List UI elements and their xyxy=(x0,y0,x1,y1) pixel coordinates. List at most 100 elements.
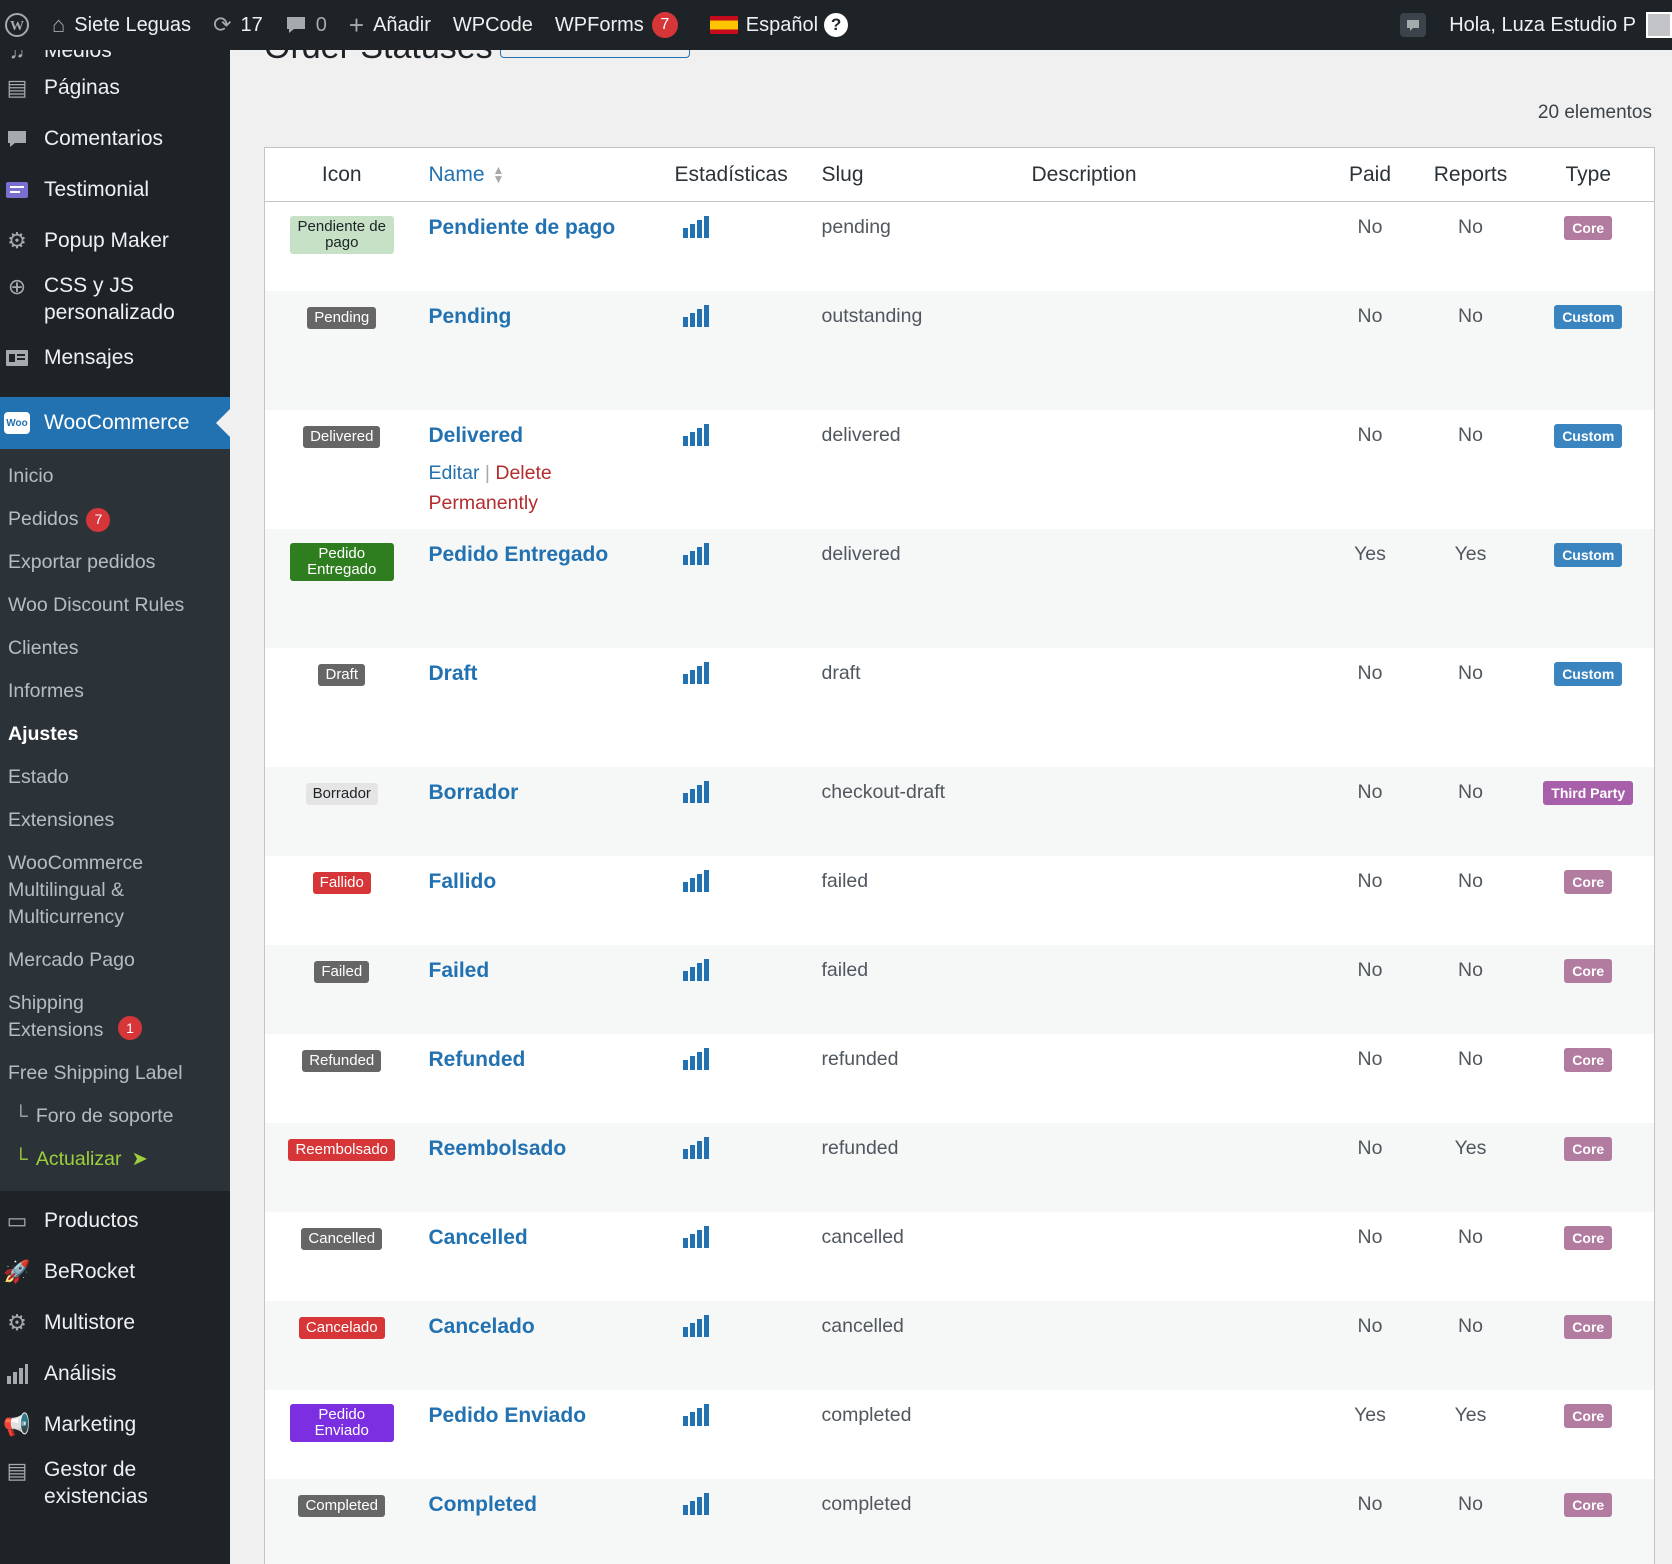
submenu-item-estado[interactable]: Estado xyxy=(0,756,230,799)
menu-item-medios[interactable]: ♫ Medios xyxy=(0,50,230,63)
page-title: Order Statuses xyxy=(264,50,493,67)
submenu-item-ajustes[interactable]: Ajustes xyxy=(0,713,230,756)
icon-cell: Reembolsado xyxy=(264,1122,419,1212)
wpforms-menu[interactable]: WPForms 7 xyxy=(544,0,689,50)
stats-icon[interactable] xyxy=(682,542,709,565)
submenu-item-exportar-pedidos[interactable]: Exportar pedidos xyxy=(0,541,230,584)
status-name-link[interactable]: Failed xyxy=(429,959,655,983)
status-icon-pill: Pendiente de pago xyxy=(289,216,394,254)
slug-cell: cancelled xyxy=(821,1225,904,1248)
type-badge: Core xyxy=(1564,1225,1613,1250)
stats-icon[interactable] xyxy=(682,958,709,981)
comments-menu[interactable]: 0 xyxy=(274,0,338,50)
menu-item-berocket[interactable]: 🚀 BeRocket xyxy=(0,1246,230,1297)
menu-item-multistore[interactable]: ⚙ Multistore xyxy=(0,1297,230,1348)
menu-item-popup-maker[interactable]: ⚙ Popup Maker xyxy=(0,215,230,266)
stats-icon[interactable] xyxy=(682,1136,709,1159)
stats-icon[interactable] xyxy=(682,1403,709,1426)
add-new-label: Añadir xyxy=(373,13,431,36)
status-name-link[interactable]: Borrador xyxy=(429,781,655,805)
status-name-link[interactable]: Cancelado xyxy=(429,1315,655,1339)
language-switcher[interactable]: Español ? xyxy=(699,0,859,50)
status-name-link[interactable]: Completed xyxy=(429,1493,655,1517)
stats-icon[interactable] xyxy=(682,1314,709,1337)
stats-icon[interactable] xyxy=(682,869,709,892)
type-cell: Core xyxy=(1523,856,1655,945)
status-name-link[interactable]: Pedido Entregado xyxy=(429,543,655,567)
subitem-branch-icon: └ xyxy=(14,1105,28,1127)
submenu-item-woocommerce-multilingual[interactable]: WooCommerce Multilingual & Multicurrency xyxy=(0,842,230,939)
help-icon[interactable]: ? xyxy=(824,13,849,37)
status-name-link[interactable]: Cancelled xyxy=(429,1226,655,1250)
wp-logo-menu[interactable]: W xyxy=(0,0,41,50)
menu-item-gestor-existencias[interactable]: ▤ Gestor de existencias xyxy=(0,1450,230,1516)
menu-item-marketing[interactable]: 📢 Marketing xyxy=(0,1399,230,1450)
menu-item-woocommerce[interactable]: Woo WooCommerce xyxy=(0,397,230,449)
status-name-link[interactable]: Fallido xyxy=(429,870,655,894)
paid-cell: Yes xyxy=(1321,528,1419,648)
new-content-menu[interactable]: + Añadir xyxy=(338,0,442,50)
header-name[interactable]: Name ▲ ▼ xyxy=(418,147,665,202)
wpforms-label: WPForms xyxy=(554,13,644,36)
submenu-item-mercado-pago[interactable]: Mercado Pago xyxy=(0,939,230,982)
site-name-menu[interactable]: ⌂ Siete Leguas xyxy=(41,0,202,50)
items-count: 20 elementos xyxy=(1537,102,1652,123)
menu-item-analisis[interactable]: Análisis xyxy=(0,1348,230,1399)
table-row: Reembolsado Reembolsado refunded No Yes Core xyxy=(264,1122,1655,1212)
submenu-item-clientes[interactable]: Clientes xyxy=(0,627,230,670)
my-account-menu[interactable]: Hola, Luza Estudio P xyxy=(1438,0,1672,50)
submenu-item-foro-soporte[interactable]: └ Foro de soporte xyxy=(0,1095,230,1138)
stats-icon[interactable] xyxy=(682,780,709,803)
submenu-item-free-shipping-label[interactable]: Free Shipping Label xyxy=(0,1052,230,1095)
submenu-item-informes[interactable]: Informes xyxy=(0,670,230,713)
submenu-item-actualizar[interactable]: └ Actualizar ➤ xyxy=(0,1138,230,1181)
stats-icon[interactable] xyxy=(682,1225,709,1248)
type-cell: Custom xyxy=(1522,528,1655,648)
stats-cell xyxy=(665,1034,812,1123)
updates-menu[interactable]: ⟳ 17 xyxy=(202,0,274,50)
table-row: Completed Completed completed No No Core xyxy=(264,1478,1655,1564)
slug-cell: delivered xyxy=(811,528,1022,648)
submenu-item-shipping-extensions[interactable]: Shipping Extensions 1 xyxy=(0,982,230,1052)
submenu-label: Extensiones xyxy=(8,809,115,831)
submenu-item-woo-discount-rules[interactable]: Woo Discount Rules xyxy=(0,584,230,627)
wpcode-menu[interactable]: WPCode xyxy=(442,0,544,50)
menu-item-paginas[interactable]: ▤ Páginas xyxy=(0,62,230,113)
reports-cell: No xyxy=(1458,1225,1483,1248)
status-name-link[interactable]: Reembolsado xyxy=(429,1137,655,1161)
menu-item-mensajes[interactable]: Mensajes xyxy=(0,332,230,383)
status-name-link[interactable]: Draft xyxy=(429,662,655,686)
stats-icon[interactable] xyxy=(682,1492,709,1515)
comments-icon xyxy=(4,126,30,152)
slug-cell: delivered xyxy=(821,423,901,446)
submenu-item-extensiones[interactable]: Extensiones xyxy=(0,799,230,842)
stats-icon[interactable] xyxy=(682,216,709,238)
status-name-link[interactable]: Pedido Enviado xyxy=(429,1404,655,1428)
table-row: Pendiente de pago Pendiente de pago pendin… xyxy=(265,202,1655,291)
menu-item-productos[interactable]: ▭ Productos xyxy=(0,1195,230,1246)
menu-item-css-js[interactable]: ⊕ CSS y JS personalizado xyxy=(0,266,230,332)
icon-cell: Delivered xyxy=(265,410,419,529)
name-cell: Reembolsado xyxy=(418,1122,665,1212)
status-name-link[interactable]: Refunded xyxy=(429,1048,655,1072)
stats-icon[interactable] xyxy=(682,304,709,327)
status-name-link[interactable]: Pending xyxy=(429,305,655,329)
stats-icon[interactable] xyxy=(682,661,709,684)
stats-icon[interactable] xyxy=(682,1047,709,1070)
menu-item-comentarios[interactable]: Comentarios xyxy=(0,113,230,164)
add-status-button[interactable] xyxy=(500,50,690,58)
status-name-link[interactable]: Pendiente de pago xyxy=(429,216,655,240)
woocommerce-submenu: Inicio Pedidos 7 Exportar pedidos Woo Dis… xyxy=(0,449,230,1191)
edit-link[interactable]: Editar xyxy=(429,462,480,484)
type-cell: Custom xyxy=(1523,648,1655,767)
description-cell xyxy=(1022,1034,1322,1123)
status-name-link[interactable]: Delivered xyxy=(429,424,655,448)
paid-cell: No xyxy=(1357,423,1383,446)
notifications-menu[interactable] xyxy=(1388,0,1438,50)
submenu-item-pedidos[interactable]: Pedidos 7 xyxy=(0,498,230,541)
submenu-item-inicio[interactable]: Inicio xyxy=(0,455,230,498)
stats-icon[interactable] xyxy=(682,423,709,446)
menu-item-testimonial[interactable]: Testimonial xyxy=(0,164,230,215)
type-badge: Core xyxy=(1564,958,1613,983)
type-badge: Core xyxy=(1564,869,1613,894)
